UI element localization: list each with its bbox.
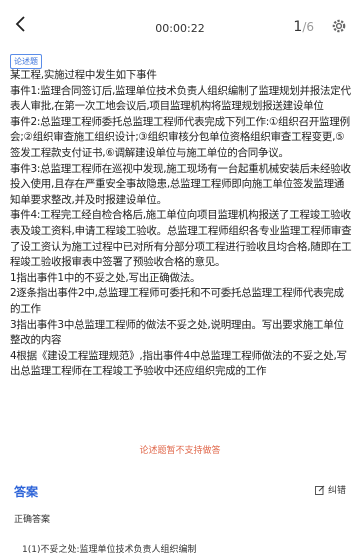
event-3: 事件3:总监理工程师在巡视中发现,施工现场有一台起重机械安装后未经验收投入使用,…: [10, 162, 351, 206]
question-intro: 某工程,实施过程中发生如下事件: [10, 69, 157, 81]
answer-heading: 答案: [14, 485, 39, 499]
event-2: 事件2:总监理工程师委托总监理工程师代表完成下列工作:①组织召开监理例会;②组织…: [10, 115, 350, 159]
top-bar: 00:00:22 1/6: [0, 0, 360, 48]
question-pager: 1/6: [293, 19, 314, 35]
correct-answer-label: 正确答案: [14, 515, 51, 525]
question-type-tag: 论述题: [10, 54, 42, 69]
sub-question-4: 4根据《建设工程监理规范》,指出事件4中总监理工程师做法的不妥之处,写出总监理工…: [10, 349, 347, 378]
report-error-label: 纠错: [327, 486, 346, 496]
event-1: 事件1:监理合同签订后,监理单位技术负责人组织编制了监理规划并报法定代表人审批,…: [10, 84, 351, 113]
report-error-button[interactable]: 纠错: [315, 483, 346, 496]
sub-question-2: 2逐条指出事件2中,总监理工程师可委托和不可委托总监理工程师代表完成的工作: [10, 287, 344, 315]
page-total: 6: [306, 20, 314, 34]
edit-icon: [315, 485, 325, 495]
answer-text: 1(1)不妥之处:监理单位技术负责人组织编制: [22, 545, 197, 555]
answer-unsupported-notice: 论述题暂不支持做答: [139, 446, 221, 456]
sub-question-1: 1指出事件1中的不妥之处,写出正确做法。: [10, 271, 201, 284]
gear-icon[interactable]: [332, 19, 346, 33]
event-4: 事件4:工程完工经自检合格后,施工单位向项目监理机构报送了工程竣工验收表及竣工资…: [10, 209, 352, 269]
question-body: 某工程,实施过程中发生如下事件 事件1:监理合同签订后,监理单位技术负责人组织编…: [10, 68, 352, 380]
sub-question-3: 3指出事件3中总监理工程师的做法不妥之处,说明理由。写出要求施工单位整改的内容: [10, 318, 344, 347]
page-current: 1: [293, 19, 303, 35]
